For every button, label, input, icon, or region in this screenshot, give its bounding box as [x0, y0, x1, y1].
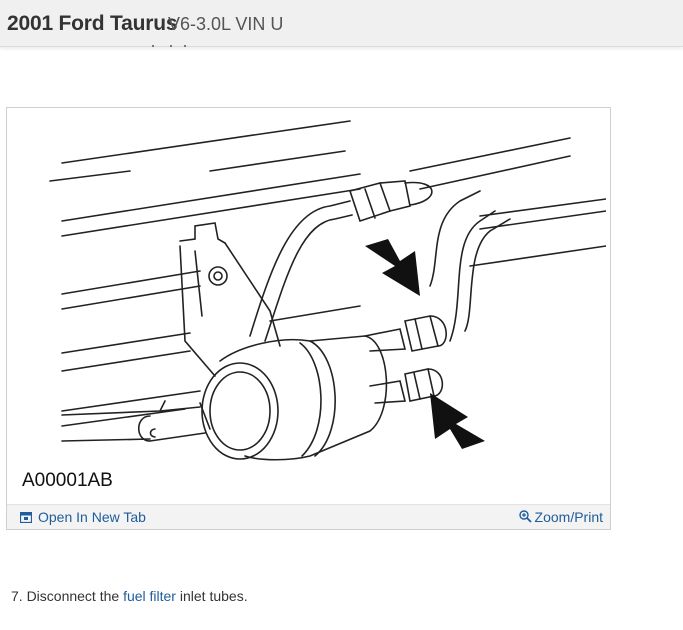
figure-caption: A00001AB	[22, 470, 113, 491]
fuel-filter-illustration[interactable]: A00001AB	[10, 111, 606, 503]
step-suffix: inlet tubes.	[175, 588, 248, 604]
engine-subtitle: V6-3.0L VIN U	[168, 14, 284, 34]
fuel-filter-link[interactable]: fuel filter	[123, 588, 176, 604]
clipped-text-fragment	[140, 45, 190, 47]
fuel-filter-diagram: A00001AB	[22, 120, 606, 491]
figure-container: A00001AB Open In New Tab Zoom/Print	[6, 107, 611, 530]
zoom-print-link[interactable]: Zoom/Print	[518, 509, 603, 526]
zoom-print-label: Zoom/Print	[534, 509, 603, 525]
figure-toolbar: Open In New Tab Zoom/Print	[7, 504, 610, 529]
open-new-tab-icon	[19, 510, 33, 526]
zoom-icon	[518, 510, 532, 526]
vehicle-title: 2001 Ford Taurus	[7, 12, 178, 35]
open-new-tab-link[interactable]: Open In New Tab	[19, 509, 146, 526]
page-header: 2001 Ford Taurus V6-3.0L VIN U	[0, 0, 683, 47]
step-prefix: 7. Disconnect the	[11, 588, 124, 604]
open-new-tab-label: Open In New Tab	[38, 509, 146, 525]
instruction-step: 7. Disconnect the fuel filter inlet tube…	[11, 588, 248, 604]
